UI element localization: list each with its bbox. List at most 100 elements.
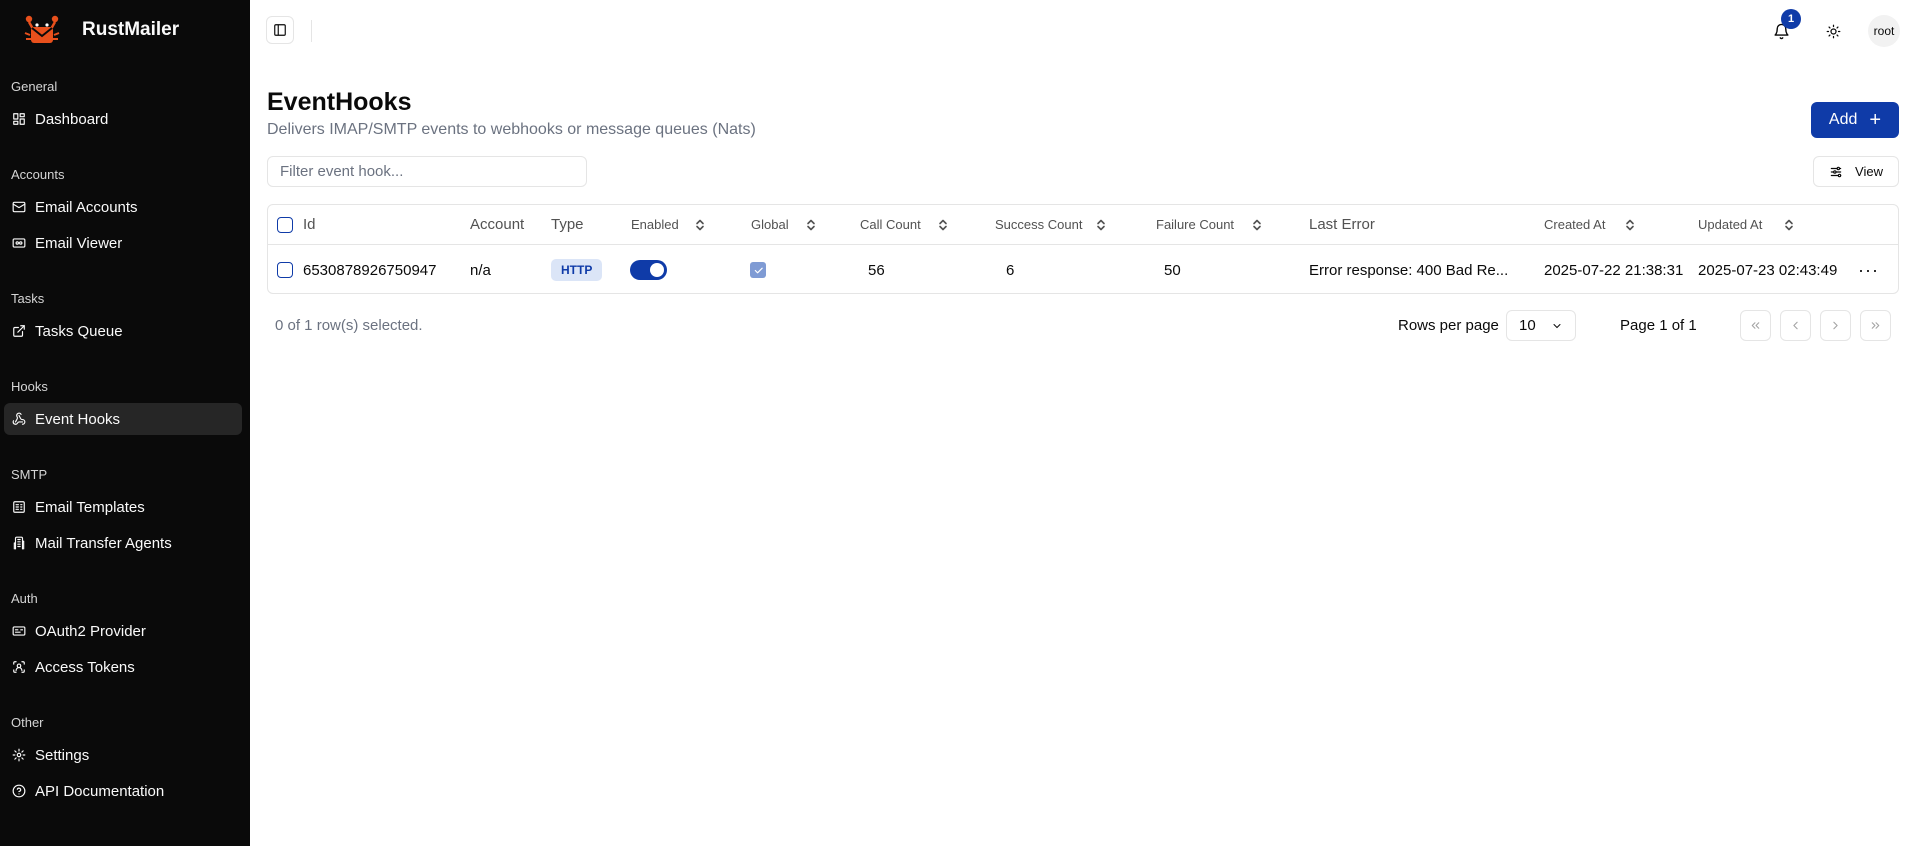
plus-icon: + <box>1869 109 1882 131</box>
page-title: EventHooks <box>267 88 412 116</box>
sort-updated-at-icon[interactable] <box>1784 205 1794 244</box>
sidebar-toggle-button[interactable] <box>266 16 294 44</box>
sort-created-at-icon[interactable] <box>1625 205 1635 244</box>
id-card-icon <box>12 624 26 638</box>
column-header-failure-count[interactable]: Failure Count <box>1156 205 1234 244</box>
sort-global-icon[interactable] <box>806 205 816 244</box>
check-icon <box>754 267 763 273</box>
building-icon <box>12 536 26 550</box>
gear-icon <box>12 748 26 762</box>
table-row[interactable]: 6530878926750947 n/a HTTP 56 6 50 Error … <box>268 246 1898 294</box>
add-button[interactable]: Add + <box>1811 102 1899 138</box>
sidebar-item-event-hooks[interactable]: Event Hooks <box>4 403 242 435</box>
more-horizontal-icon: ··· <box>1858 259 1879 280</box>
app-name: RustMailer <box>82 19 180 40</box>
view-options-button[interactable]: View <box>1813 156 1899 187</box>
rows-per-page-value: 10 <box>1519 317 1536 334</box>
global-checkbox[interactable] <box>750 246 766 294</box>
chevrons-left-icon <box>1751 322 1760 329</box>
sidebar-item-email-templates[interactable]: Email Templates <box>4 491 242 523</box>
column-header-id: Id <box>303 216 316 233</box>
sort-enabled-icon[interactable] <box>695 205 705 244</box>
sidebar-item-label: Tasks Queue <box>35 322 123 340</box>
selection-summary: 0 of 1 row(s) selected. <box>275 317 423 334</box>
sidebar-item-label: API Documentation <box>35 782 165 800</box>
cell-id: 6530878926750947 <box>303 261 437 279</box>
cell-last-error: Error response: 400 Bad Re... <box>1309 261 1509 279</box>
user-avatar[interactable]: root <box>1868 15 1900 47</box>
sidebar-item-mail-transfer-agents[interactable]: Mail Transfer Agents <box>4 527 242 559</box>
select-all-checkbox[interactable] <box>277 205 293 244</box>
last-page-button[interactable] <box>1860 310 1891 341</box>
column-header-enabled[interactable]: Enabled <box>631 205 679 244</box>
group-label-other: Other <box>11 715 44 730</box>
sliders-icon <box>1830 166 1842 177</box>
cell-failure-count: 50 <box>1164 261 1181 279</box>
next-page-button[interactable] <box>1820 310 1851 341</box>
sidebar-item-api-documentation[interactable]: API Documentation <box>4 775 242 807</box>
table-header-row: Id Account Type Enabled Global Call Coun… <box>268 205 1898 245</box>
notification-badge: 1 <box>1781 9 1801 29</box>
sidebar-item-dashboard[interactable]: Dashboard <box>4 103 242 135</box>
sidebar-item-label: Settings <box>35 746 90 764</box>
column-header-success-count[interactable]: Success Count <box>995 205 1082 244</box>
group-label-accounts: Accounts <box>11 167 65 182</box>
cell-updated-at: 2025-07-23 02:43:49 <box>1698 261 1838 279</box>
row-actions-button[interactable]: ··· <box>1858 246 1879 294</box>
filter-input[interactable] <box>267 156 587 187</box>
sidebar-item-label: Dashboard <box>35 110 109 128</box>
cell-account: n/a <box>470 261 491 279</box>
external-link-icon <box>12 324 26 338</box>
sun-icon <box>1826 24 1840 38</box>
sidebar-item-tasks-queue[interactable]: Tasks Queue <box>4 315 242 347</box>
page-subtitle: Delivers IMAP/SMTP events to webhooks or… <box>267 121 756 138</box>
group-label-general: General <box>11 79 58 94</box>
previous-page-button[interactable] <box>1780 310 1811 341</box>
group-label-smtp: SMTP <box>11 467 48 482</box>
sidebar-item-access-tokens[interactable]: Access Tokens <box>4 651 242 683</box>
column-header-call-count[interactable]: Call Count <box>860 205 921 244</box>
column-header-global[interactable]: Global <box>751 205 789 244</box>
chevron-right-icon <box>1833 321 1838 330</box>
event-hooks-table: Id Account Type Enabled Global Call Coun… <box>267 204 1899 294</box>
row-select-checkbox[interactable] <box>277 246 293 294</box>
column-header-account: Account <box>470 216 525 233</box>
sidebar-item-label: Event Hooks <box>35 410 121 428</box>
viewer-icon <box>12 236 26 250</box>
group-label-hooks: Hooks <box>11 379 48 394</box>
sidebar-item-label: Email Accounts <box>35 198 138 216</box>
sidebar-item-label: Email Viewer <box>35 234 123 252</box>
sort-call-count-icon[interactable] <box>938 205 948 244</box>
column-header-updated-at[interactable]: Updated At <box>1698 205 1762 244</box>
sort-failure-count-icon[interactable] <box>1252 205 1262 244</box>
column-header-last-error: Last Error <box>1309 216 1375 233</box>
chevron-left-icon <box>1793 321 1798 330</box>
first-page-button[interactable] <box>1740 310 1771 341</box>
template-icon <box>12 500 26 514</box>
sort-success-count-icon[interactable] <box>1096 205 1106 244</box>
sidebar-item-email-accounts[interactable]: Email Accounts <box>4 191 242 223</box>
sidebar-item-label: Mail Transfer Agents <box>35 534 172 552</box>
sidebar-item-email-viewer[interactable]: Email Viewer <box>4 227 242 259</box>
webhook-icon <box>12 412 26 426</box>
column-header-created-at[interactable]: Created At <box>1544 205 1605 244</box>
sidebar-item-label: Access Tokens <box>35 658 135 676</box>
view-button-label: View <box>1855 164 1883 179</box>
chevron-down-icon <box>1553 323 1561 328</box>
scan-face-icon <box>12 660 26 674</box>
enabled-switch[interactable] <box>630 246 667 294</box>
chevrons-right-icon <box>1871 322 1880 329</box>
theme-toggle-button[interactable] <box>1818 16 1848 46</box>
sidebar-item-label: Email Templates <box>35 498 145 516</box>
crab-mail-logo-icon <box>24 15 60 43</box>
panel-left-icon <box>274 24 286 36</box>
sidebar-item-oauth2-provider[interactable]: OAuth2 Provider <box>4 615 242 647</box>
add-button-label: Add <box>1828 111 1858 128</box>
header-divider <box>311 20 312 42</box>
cell-type: HTTP <box>551 246 603 294</box>
rows-per-page-select[interactable]: 10 <box>1506 310 1576 341</box>
cell-success-count: 6 <box>1006 261 1015 279</box>
brand[interactable]: RustMailer <box>22 12 179 48</box>
rows-per-page-label: Rows per page <box>1398 317 1499 334</box>
sidebar-item-settings[interactable]: Settings <box>4 739 242 771</box>
